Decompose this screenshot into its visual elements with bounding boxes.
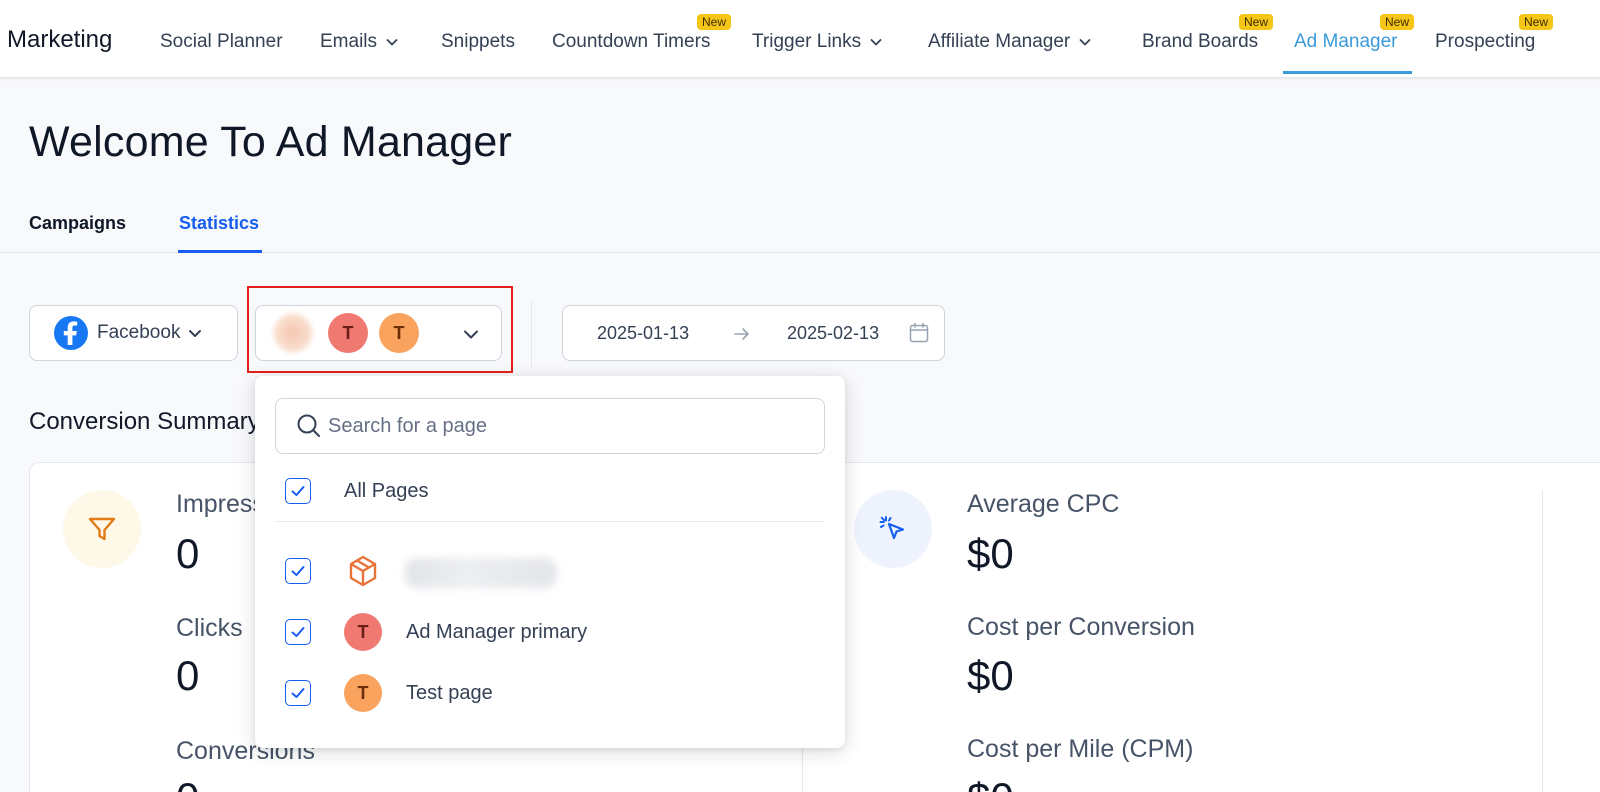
metric-value: $0 xyxy=(967,652,1014,699)
metric-label: Cost per Conversion xyxy=(967,613,1195,641)
metric-label: Clicks xyxy=(176,614,243,642)
calendar-icon xyxy=(909,322,929,343)
cube-logo-icon xyxy=(344,552,382,590)
nav-countdown-timers[interactable]: Countdown Timers xyxy=(552,31,710,53)
date-range-picker[interactable]: 2025-01-13 2025-02-13 xyxy=(562,305,945,361)
dropdown-divider xyxy=(275,521,825,522)
checkmark-icon xyxy=(291,688,305,698)
metric-value: 0 xyxy=(176,652,200,699)
page-search-box[interactable] xyxy=(275,398,825,454)
metric-label: Average CPC xyxy=(967,490,1120,518)
chevron-down-icon xyxy=(1079,39,1091,46)
page-option-label[interactable]: Test page xyxy=(406,682,493,705)
chevron-down-icon xyxy=(189,330,202,337)
chevron-down-icon xyxy=(870,39,882,46)
new-badge: New xyxy=(697,14,732,30)
facebook-icon xyxy=(54,316,88,350)
metric-value: 0 xyxy=(176,774,199,792)
section-title: Conversion Summary xyxy=(29,408,260,435)
checkmark-icon xyxy=(291,566,305,576)
metric-label: Cost per Mile (CPM) xyxy=(967,735,1194,763)
all-pages-label[interactable]: All Pages xyxy=(344,480,429,503)
funnel-icon xyxy=(63,490,141,568)
nav-prospecting[interactable]: Prospecting xyxy=(1435,31,1535,53)
chevron-down-icon xyxy=(386,39,398,46)
nav-brand-boards[interactable]: Brand Boards xyxy=(1142,31,1258,53)
top-nav: Marketing Social Planner Emails Snippets… xyxy=(0,0,1600,78)
page-option-checkbox[interactable] xyxy=(285,680,311,706)
page-option-checkbox[interactable] xyxy=(285,619,311,645)
page-avatar: T xyxy=(344,674,382,712)
nav-affiliate-manager[interactable]: Affiliate Manager xyxy=(928,31,1091,53)
new-badge: New xyxy=(1519,14,1554,30)
all-pages-checkbox[interactable] xyxy=(285,478,311,504)
metric-value: 0 xyxy=(176,530,200,577)
page-avatar: T xyxy=(344,613,382,651)
new-badge: New xyxy=(1239,14,1274,30)
new-badge: New xyxy=(1380,14,1415,30)
page-search-input[interactable] xyxy=(328,414,808,438)
nav-snippets[interactable]: Snippets xyxy=(441,31,515,53)
page-option-label[interactable]: Ad Manager primary xyxy=(406,621,587,644)
tab-campaigns[interactable]: Campaigns xyxy=(29,213,126,234)
nav-social-planner[interactable]: Social Planner xyxy=(160,31,283,53)
start-date[interactable]: 2025-01-13 xyxy=(597,323,689,344)
platform-select[interactable]: Facebook xyxy=(29,305,238,361)
page-option-checkbox[interactable] xyxy=(285,558,311,584)
page-dropdown-panel: All Pages T Ad Manager primary T Test pa… xyxy=(255,376,845,748)
checkmark-icon xyxy=(291,486,305,496)
cursor-click-icon xyxy=(854,490,932,568)
nav-ad-manager[interactable]: Ad Manager xyxy=(1294,31,1398,53)
nav-emails[interactable]: Emails xyxy=(320,31,398,53)
checkmark-icon xyxy=(291,627,305,637)
metric-value: $0 xyxy=(967,530,1014,577)
highlight-annotation xyxy=(247,286,513,373)
app-title: Marketing xyxy=(7,26,113,53)
tab-statistics[interactable]: Statistics xyxy=(179,213,259,234)
metric-value: $0 xyxy=(967,774,1014,792)
search-icon xyxy=(297,414,320,437)
tab-active-indicator xyxy=(178,250,262,253)
page-title: Welcome To Ad Manager xyxy=(29,118,513,166)
arrow-right-icon xyxy=(734,328,749,340)
platform-label: Facebook xyxy=(97,322,181,343)
nav-trigger-links[interactable]: Trigger Links xyxy=(752,31,882,53)
column-divider xyxy=(1542,490,1543,792)
page-option-label-blurred xyxy=(405,558,557,588)
nav-active-indicator xyxy=(1283,71,1412,74)
filter-divider xyxy=(531,300,532,368)
end-date[interactable]: 2025-02-13 xyxy=(787,323,879,344)
